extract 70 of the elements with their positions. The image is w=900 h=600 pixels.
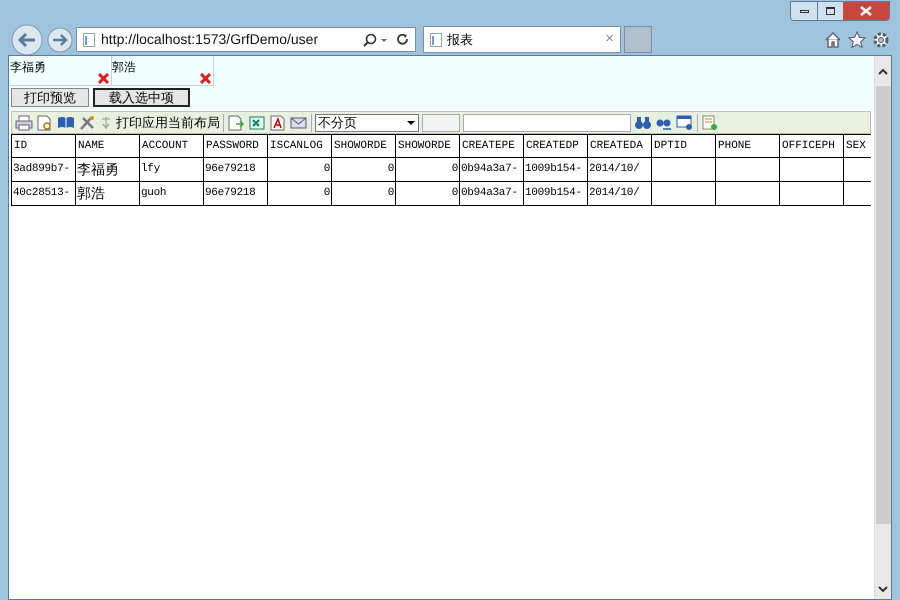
action-button[interactable]: 载入选中项 — [93, 88, 190, 107]
table-cell: 1009b154- — [524, 182, 588, 206]
settings-icon[interactable] — [872, 30, 890, 48]
column-header: SHOWORDE — [396, 134, 460, 158]
printer-icon[interactable] — [15, 114, 33, 130]
search-field[interactable] — [463, 114, 631, 132]
column-header: ID — [12, 134, 76, 158]
url-text: http://localhost:1573/GrfDemo/user — [101, 30, 320, 49]
table-cell: 40c28513- — [12, 182, 76, 206]
column-header: PHONE — [716, 134, 780, 158]
binoculars-icon[interactable] — [634, 114, 652, 130]
column-header: CREATEDP — [524, 134, 588, 158]
column-header: CREATEDA — [588, 134, 652, 158]
grid-window-icon[interactable] — [676, 114, 694, 130]
table-cell: 3ad899b7- — [12, 158, 76, 182]
table-cell: 0b94a3a7- — [460, 182, 524, 206]
column-header: CREATEPE — [460, 134, 524, 158]
remove-icon[interactable] — [200, 73, 211, 84]
table-cell: 0 — [268, 182, 332, 206]
back-icon[interactable] — [10, 24, 44, 56]
table-cell: 0 — [268, 158, 332, 182]
spreadsheet-icon[interactable] — [248, 114, 266, 130]
column-header: SHOWORDE — [332, 134, 396, 158]
selected-name: 李福勇 — [10, 59, 46, 76]
column-header: ISCANLOG — [268, 134, 332, 158]
tab-title: 报表 — [447, 30, 474, 49]
table-cell: 李福勇 — [76, 158, 140, 182]
table-cell: 0b94a3a7- — [460, 158, 524, 182]
column-header: OFFICEPH — [780, 134, 844, 158]
page-icon — [83, 32, 95, 46]
column-header: PASSWORD — [204, 134, 268, 158]
selected-name: 郭浩 — [112, 59, 136, 76]
column-header: ACCOUNT — [140, 134, 204, 158]
book-icon[interactable] — [57, 114, 75, 130]
table-cell: 1009b154- — [524, 158, 588, 182]
star-icon[interactable] — [848, 30, 866, 48]
address-bar[interactable]: http://localhost:1573/GrfDemo/user — [76, 27, 416, 52]
table-cell: guoh — [140, 182, 204, 206]
browser-tab[interactable]: 报表 × — [423, 26, 621, 53]
table-cell: 2014/10/ — [588, 182, 652, 206]
table-cell: 0 — [332, 158, 396, 182]
page-icon — [430, 32, 442, 46]
table-cell: 0 — [396, 182, 460, 206]
minimize-icon[interactable] — [791, 2, 817, 20]
table-cell: 郭浩 — [76, 182, 140, 206]
page-number-field[interactable] — [422, 114, 460, 132]
apply-layout-button[interactable]: 打印应用当前布局 — [116, 112, 220, 132]
settings-sheet-icon[interactable] — [701, 114, 719, 130]
pdf-icon[interactable] — [269, 114, 287, 130]
remove-icon[interactable] — [98, 73, 109, 84]
refresh-icon[interactable] — [397, 32, 409, 46]
maximize-icon[interactable] — [817, 2, 843, 20]
table-cell: 96e79218 — [204, 158, 268, 182]
action-button[interactable]: 打印预览 — [11, 88, 89, 107]
home-icon[interactable] — [824, 30, 842, 48]
column-header: DPTID — [652, 134, 716, 158]
table-cell: 0 — [396, 158, 460, 182]
close-icon[interactable] — [843, 2, 889, 20]
scrollbar[interactable] — [874, 56, 891, 599]
tools-icon[interactable] — [78, 114, 96, 130]
mail-icon[interactable] — [290, 114, 308, 130]
column-header: NAME — [76, 134, 140, 158]
table-cell: 96e79218 — [204, 182, 268, 206]
table-cell: lfy — [140, 158, 204, 182]
export-icon[interactable] — [227, 114, 245, 130]
tab-close-button[interactable]: × — [605, 28, 614, 51]
table-cell: 0 — [332, 182, 396, 206]
forward-icon[interactable] — [47, 26, 73, 52]
paging-dropdown[interactable]: 不分页 — [315, 114, 419, 132]
table-cell: 2014/10/ — [588, 158, 652, 182]
